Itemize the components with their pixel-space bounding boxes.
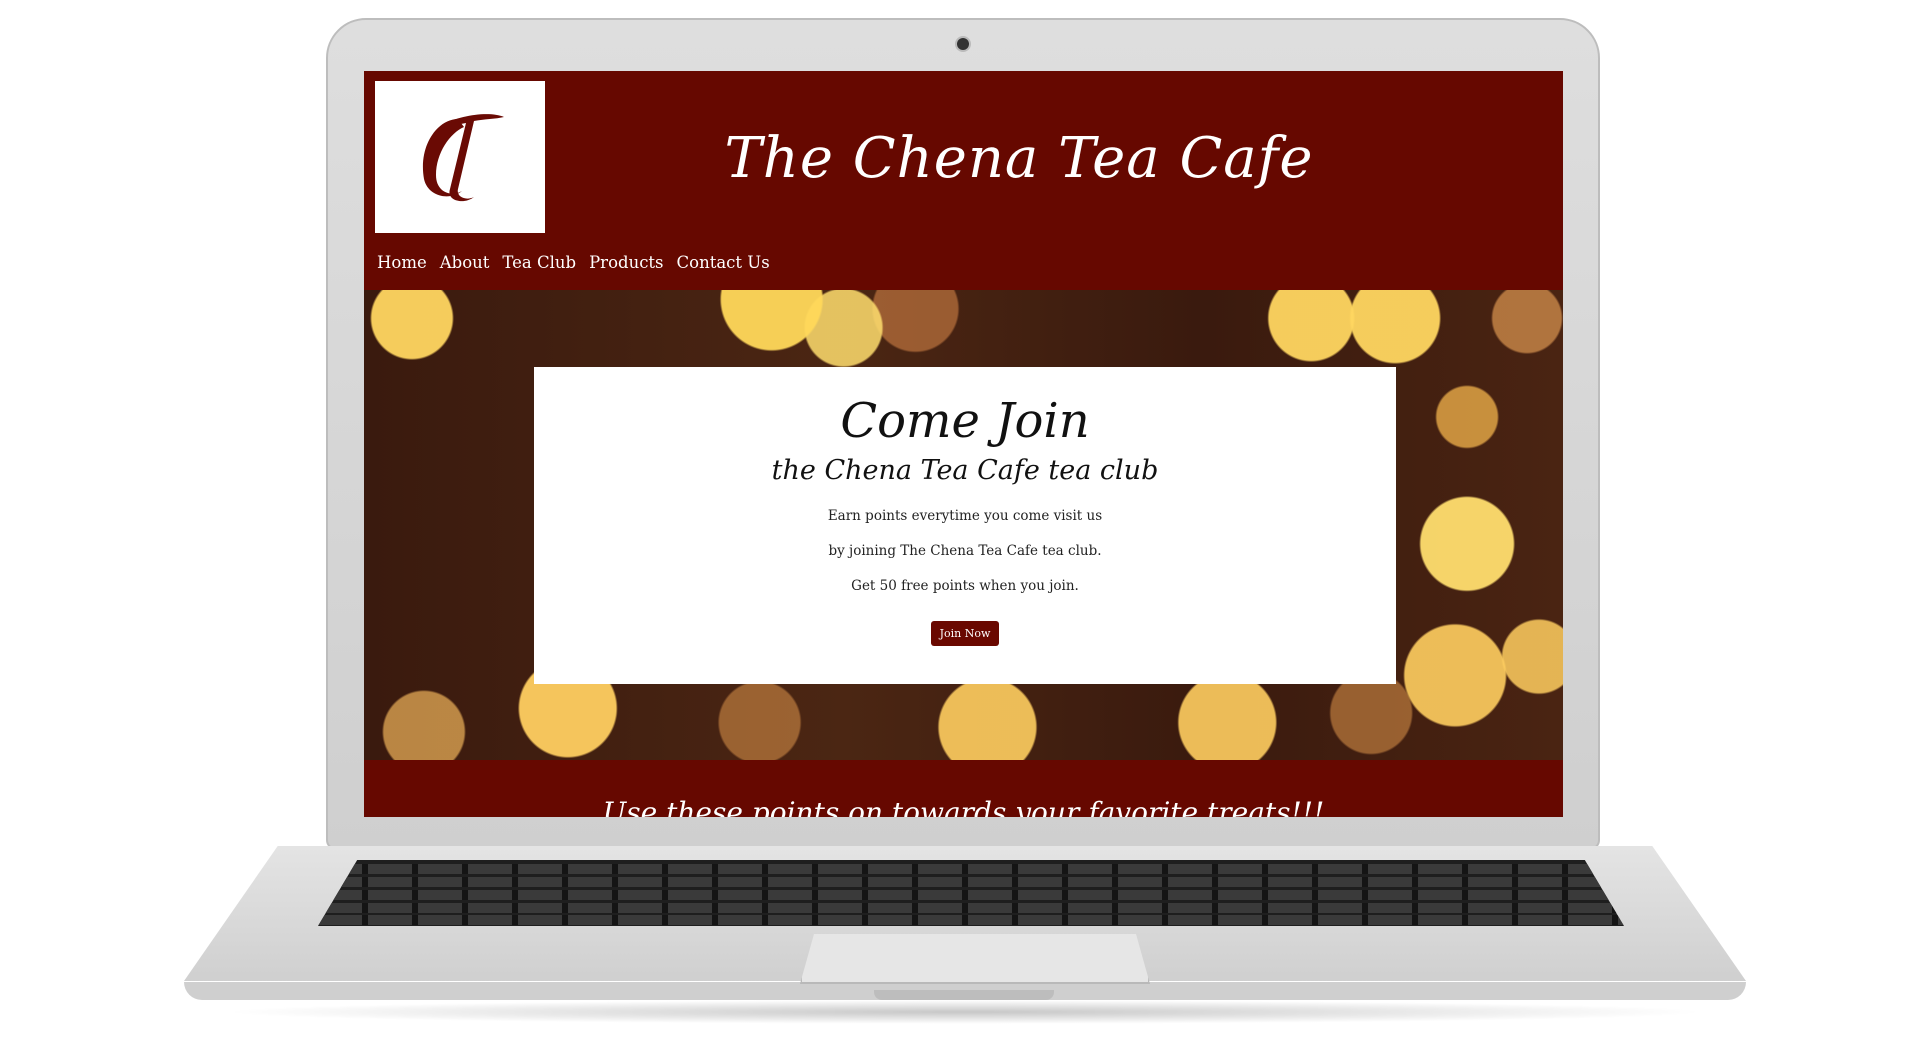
card-text-line: Earn points everytime you come visit us [827, 508, 1103, 524]
nav-link-home[interactable]: Home [377, 253, 427, 272]
webcam [957, 38, 969, 50]
nav-item-products: Products [589, 253, 663, 272]
laptop-screen: The Chena Tea Cafe Home About Tea Club P… [364, 71, 1563, 817]
tc-monogram-logo-icon [422, 114, 504, 202]
site-title: The Chena Tea Cafe [724, 126, 1314, 191]
nav-link-contact-us[interactable]: Contact Us [677, 253, 770, 272]
hero-section: Come Join the Chena Tea Cafe tea club Ea… [364, 290, 1563, 760]
nav-item-contact: Contact Us [677, 253, 770, 272]
nav-link-products[interactable]: Products [589, 253, 663, 272]
main-nav: Home About Tea Club Products Contact Us [377, 253, 770, 272]
nav-item-tea-club: Tea Club [502, 253, 576, 272]
nav-item-home: Home [377, 253, 427, 272]
points-band: Use these points on towards your favorit… [364, 760, 1563, 817]
laptop-shadow [220, 1000, 1710, 1024]
tea-club-card: Come Join the Chena Tea Cafe tea club Ea… [534, 367, 1396, 684]
nav-link-about[interactable]: About [440, 253, 490, 272]
laptop-notch [874, 990, 1054, 1000]
points-band-text: Use these points on towards your favorit… [602, 796, 1325, 817]
logo[interactable] [375, 81, 545, 233]
card-heading: Come Join [840, 393, 1090, 449]
card-text-line: by joining The Chena Tea Cafe tea club. [828, 543, 1102, 559]
card-subheading: the Chena Tea Cafe tea club [771, 455, 1159, 486]
nav-item-about: About [440, 253, 490, 272]
join-now-button[interactable]: Join Now [930, 621, 1000, 646]
trackpad [800, 934, 1150, 984]
site-header: The Chena Tea Cafe Home About Tea Club P… [364, 71, 1563, 290]
card-text-line: Get 50 free points when you join. [851, 578, 1079, 594]
nav-link-tea-club[interactable]: Tea Club [502, 253, 576, 272]
keyboard [318, 860, 1624, 926]
